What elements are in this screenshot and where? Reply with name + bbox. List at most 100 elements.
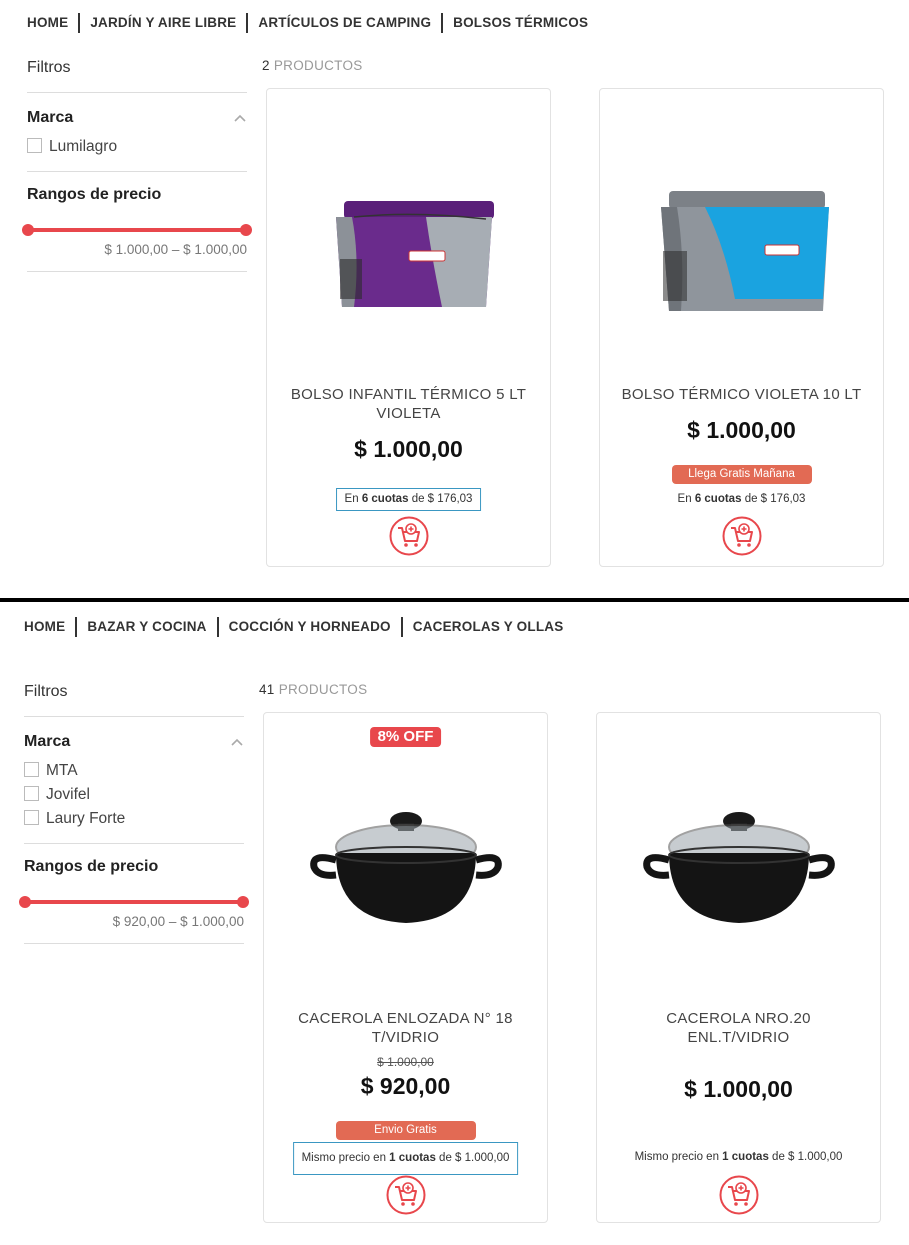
brand-label: MTA bbox=[46, 762, 78, 779]
add-to-cart-icon[interactable] bbox=[386, 1175, 426, 1215]
product-card[interactable]: 8% OFF CACEROLA ENLOZADA N° 18 T/VIDRIO … bbox=[263, 712, 548, 1223]
installments-amount: de $ 1.000,00 bbox=[772, 1151, 843, 1163]
brand-checkbox[interactable] bbox=[24, 809, 39, 825]
breadcrumb-home[interactable]: HOME bbox=[27, 13, 78, 33]
installments-count: 6 cuotas bbox=[361, 493, 409, 505]
product-price: $ 1.000,00 bbox=[684, 1076, 793, 1102]
brand-option-laury-forte[interactable]: Laury Forte bbox=[24, 807, 244, 831]
purple-cooler-bag-image bbox=[335, 201, 494, 307]
product-image[interactable] bbox=[600, 187, 883, 319]
installments-count: 6 cuotas bbox=[694, 493, 742, 505]
listing-panel-cacerolas: HOME BAZAR Y COCINA COCCIÓN Y HORNEADO C… bbox=[0, 604, 909, 1245]
brand-list: MTA Jovifel Laury Forte bbox=[24, 759, 244, 844]
installments-amount: de $ 1.000,00 bbox=[439, 1152, 510, 1164]
product-count-label: PRODUCTOS bbox=[278, 682, 368, 697]
product-card[interactable]: BOLSO INFANTIL TÉRMICO 5 LT VIOLETA $ 1.… bbox=[266, 88, 551, 567]
filters-title: Filtros bbox=[24, 679, 244, 717]
original-price: $ 1.000,00 bbox=[377, 1055, 434, 1069]
installments-prefix: Mismo precio en bbox=[634, 1151, 719, 1163]
product-price: $ 1.000,00 bbox=[687, 417, 796, 443]
installments-info: Mismo precio en 1 cuotas de $ 1.000,00 bbox=[627, 1147, 851, 1170]
brand-checkbox[interactable] bbox=[24, 785, 39, 801]
breadcrumb: HOME BAZAR Y COCINA COCCIÓN Y HORNEADO C… bbox=[24, 617, 573, 637]
brand-facet-header[interactable]: Marca bbox=[24, 731, 244, 753]
brand-label: Jovifel bbox=[46, 786, 90, 803]
add-to-cart-icon[interactable] bbox=[722, 516, 762, 556]
product-price: $ 920,00 bbox=[360, 1073, 451, 1099]
price-range-text: $ 1.000,00 – $ 1.000,00 bbox=[104, 242, 247, 257]
breadcrumb-jardin[interactable]: JARDÍN Y AIRE LIBRE bbox=[78, 13, 246, 33]
brand-checkbox[interactable] bbox=[27, 137, 42, 153]
installments-info: En 6 cuotas de $ 176,03 bbox=[335, 488, 482, 511]
brand-label: Laury Forte bbox=[46, 810, 126, 827]
brand-list: Lumilagro bbox=[27, 135, 247, 172]
price-slider[interactable] bbox=[19, 894, 249, 910]
price-facet-title: Rangos de precio bbox=[24, 858, 159, 875]
product-title-line: BOLSO TÉRMICO VIOLETA 10 LT bbox=[621, 386, 862, 403]
price-slider[interactable] bbox=[22, 222, 252, 238]
product-title-line: BOLSO INFANTIL TÉRMICO 5 LT bbox=[290, 386, 527, 403]
price-range-facet: Rangos de precio $ 920,00 – $ 1.000,00 bbox=[19, 844, 249, 944]
breadcrumb-camping[interactable]: ARTÍCULOS DE CAMPING bbox=[246, 13, 441, 33]
free-shipping-badge: Envio Gratis bbox=[335, 1121, 476, 1140]
product-count: 2 PRODUCTOS bbox=[262, 58, 363, 73]
product-count-number: 41 bbox=[259, 682, 275, 697]
filters-sidebar: Filtros Marca Lumilagro Rangos de precio… bbox=[22, 55, 252, 272]
price-slider-track bbox=[27, 228, 247, 232]
installments-amount: de $ 176,03 bbox=[411, 493, 473, 505]
price-range-facet: Rangos de precio $ 1.000,00 – $ 1.000,00 bbox=[22, 172, 252, 272]
breadcrumb-bolsos[interactable]: BOLSOS TÉRMICOS bbox=[441, 13, 598, 33]
product-title-line: ENL.T/VIDRIO bbox=[687, 1029, 790, 1046]
installments-info: Mismo precio en 1 cuotas de $ 1.000,00 bbox=[292, 1142, 519, 1175]
breadcrumb-cacerolas[interactable]: CACEROLAS Y OLLAS bbox=[400, 617, 574, 637]
breadcrumb-coccion[interactable]: COCCIÓN Y HORNEADO bbox=[216, 617, 401, 637]
price-slider-max-handle[interactable] bbox=[240, 224, 252, 236]
black-enamel-pot-image bbox=[642, 812, 835, 923]
brand-option-lumilagro[interactable]: Lumilagro bbox=[27, 135, 247, 159]
product-title-line: VIOLETA bbox=[376, 405, 441, 422]
price-slider-min-handle[interactable] bbox=[19, 896, 31, 908]
filters-title: Filtros bbox=[27, 55, 247, 93]
black-enamel-pot-image bbox=[309, 812, 502, 923]
installments-prefix: Mismo precio en bbox=[301, 1152, 386, 1164]
brand-checkbox[interactable] bbox=[24, 761, 39, 777]
installments-amount: de $ 176,03 bbox=[744, 493, 806, 505]
blue-cooler-bag-image bbox=[660, 191, 829, 311]
add-to-cart-icon[interactable] bbox=[719, 1175, 759, 1215]
installments-info: En 6 cuotas de $ 176,03 bbox=[670, 489, 814, 512]
product-title-line: CACEROLA NRO.20 bbox=[666, 1010, 811, 1027]
brand-facet-header[interactable]: Marca bbox=[27, 107, 247, 129]
filters-sidebar: Filtros Marca MTA Jovifel Laury Forte Ra… bbox=[19, 679, 249, 944]
product-count: 41 PRODUCTOS bbox=[259, 682, 367, 697]
free-shipping-badge: Llega Gratis Mañana bbox=[671, 465, 812, 484]
chevron-up-icon[interactable] bbox=[233, 111, 247, 125]
add-to-cart-icon[interactable] bbox=[389, 516, 429, 556]
product-image[interactable] bbox=[267, 189, 550, 319]
product-image[interactable] bbox=[597, 805, 880, 935]
screenshot-divider bbox=[0, 598, 909, 602]
price-slider-max-handle[interactable] bbox=[237, 896, 249, 908]
chevron-up-icon[interactable] bbox=[230, 735, 244, 749]
installments-count: 1 cuotas bbox=[389, 1152, 436, 1164]
price-slider-min-handle[interactable] bbox=[22, 224, 34, 236]
listing-panel-bolsos: HOME JARDÍN Y AIRE LIBRE ARTÍCULOS DE CA… bbox=[0, 0, 909, 598]
product-image[interactable] bbox=[264, 805, 547, 935]
price-facet-title: Rangos de precio bbox=[27, 186, 162, 203]
brand-option-jovifel[interactable]: Jovifel bbox=[24, 783, 244, 807]
product-title[interactable]: CACEROLA NRO.20 ENL.T/VIDRIO bbox=[607, 1009, 870, 1047]
brand-facet-title: Marca bbox=[27, 109, 74, 126]
product-price: $ 1.000,00 bbox=[354, 436, 463, 462]
installments-prefix: En bbox=[677, 493, 692, 505]
brand-facet-title: Marca bbox=[24, 733, 71, 750]
product-card[interactable]: BOLSO TÉRMICO VIOLETA 10 LT $ 1.000,00 L… bbox=[599, 88, 884, 567]
discount-badge: 8% OFF bbox=[369, 727, 442, 747]
breadcrumb-bazar[interactable]: BAZAR Y COCINA bbox=[75, 617, 216, 637]
brand-label: Lumilagro bbox=[49, 138, 118, 155]
brand-option-mta[interactable]: MTA bbox=[24, 759, 244, 783]
product-title[interactable]: CACEROLA ENLOZADA N° 18 T/VIDRIO bbox=[274, 1009, 537, 1047]
product-card[interactable]: CACEROLA NRO.20 ENL.T/VIDRIO $ 1.000,00 … bbox=[596, 712, 881, 1223]
product-title[interactable]: BOLSO INFANTIL TÉRMICO 5 LT VIOLETA bbox=[277, 385, 540, 423]
price-slider-track bbox=[24, 900, 244, 904]
breadcrumb-home[interactable]: HOME bbox=[24, 617, 75, 637]
product-title[interactable]: BOLSO TÉRMICO VIOLETA 10 LT bbox=[610, 385, 873, 404]
